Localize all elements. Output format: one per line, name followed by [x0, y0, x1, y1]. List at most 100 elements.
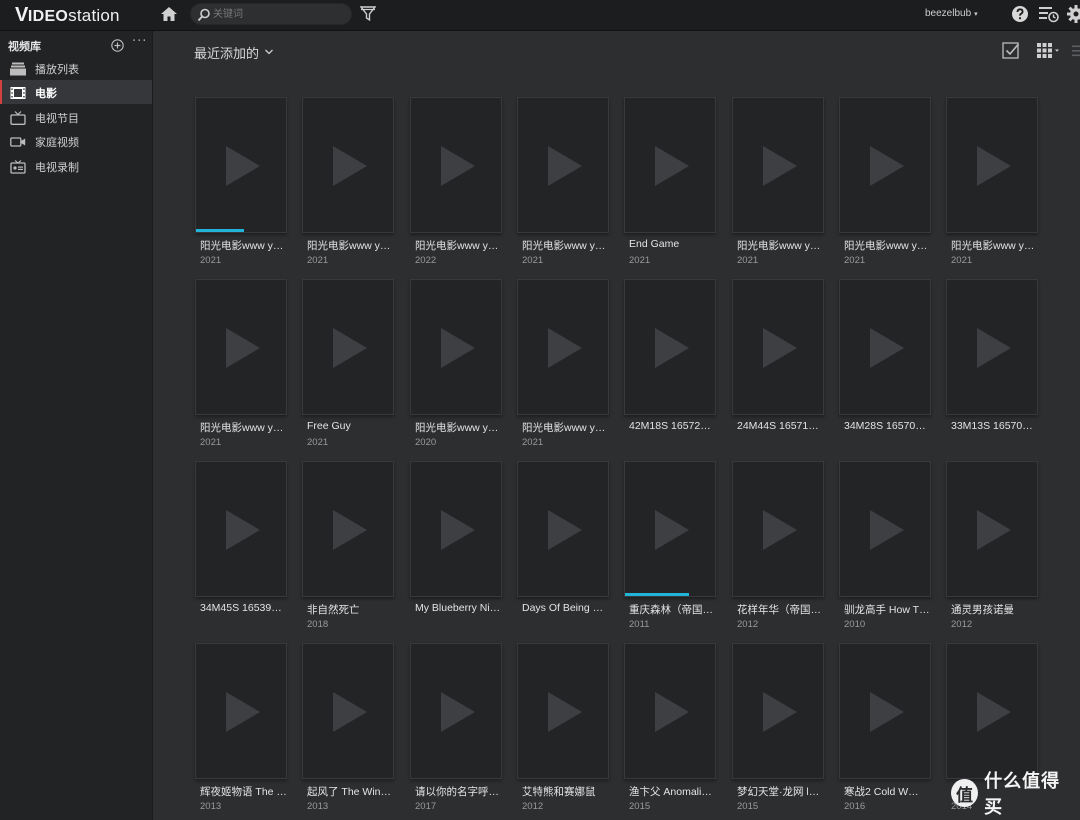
movie-year: 2021 — [629, 255, 651, 266]
movie-poster[interactable] — [410, 461, 502, 597]
movie-card[interactable]: 渔卞父 Anomali… 2015 — [624, 643, 716, 818]
help-icon[interactable] — [1011, 5, 1029, 23]
sidebar-item-movies[interactable]: 电影 — [0, 80, 152, 104]
movie-poster[interactable] — [410, 643, 502, 779]
movie-title: Days Of Being … — [522, 602, 604, 614]
movie-card[interactable]: 驯龙高手 How T… 2010 — [839, 461, 931, 636]
movie-poster[interactable] — [195, 279, 287, 415]
movie-card[interactable]: Free Guy 2021 — [302, 279, 394, 454]
movie-card[interactable]: End Game 2021 — [624, 97, 716, 272]
movie-card[interactable]: 辉夜姬物语 The … 2013 — [195, 643, 287, 818]
movie-poster[interactable] — [946, 279, 1038, 415]
view-selector[interactable]: 最近添加的 — [194, 43, 273, 62]
search-input[interactable] — [213, 6, 343, 22]
movie-poster[interactable] — [624, 279, 716, 415]
movie-poster[interactable] — [302, 279, 394, 415]
chevron-down-icon — [265, 45, 273, 55]
movie-poster[interactable] — [517, 97, 609, 233]
movie-poster[interactable] — [732, 279, 824, 415]
movie-card[interactable]: 阳光电影www y… 2021 — [302, 97, 394, 272]
home-icon[interactable] — [160, 5, 178, 23]
movie-card[interactable]: 重庆森林（帝国… 2011 — [624, 461, 716, 636]
movie-card[interactable]: 阳光电影www y… 2022 — [410, 97, 502, 272]
movie-card[interactable]: 阳光电影www y… 2020 — [410, 279, 502, 454]
movie-poster[interactable] — [517, 643, 609, 779]
sidebar-item-playlist[interactable]: 播放列表 — [0, 56, 152, 80]
movie-poster[interactable] — [195, 97, 287, 233]
movie-poster[interactable] — [732, 461, 824, 597]
movie-title: 阳光电影www y… — [951, 240, 1035, 252]
movie-poster[interactable] — [732, 643, 824, 779]
movie-card[interactable]: 非自然死亡 2018 — [302, 461, 394, 636]
movie-year: 2012 — [737, 619, 759, 630]
movie-poster[interactable] — [624, 461, 716, 597]
movie-title: 34M28S 16570… — [844, 420, 926, 432]
movie-poster[interactable] — [302, 643, 394, 779]
movie-card[interactable]: 阳光电影www y… 2021 — [839, 97, 931, 272]
movie-card[interactable]: 阳光电影www y… 2021 — [732, 97, 824, 272]
movie-card[interactable]: 艾特熊和赛娜鼠 2012 — [517, 643, 609, 818]
movie-card[interactable]: 阳光电影www y… 2021 — [195, 279, 287, 454]
movie-poster[interactable] — [517, 279, 609, 415]
movie-title: 请以你的名字呼… — [415, 786, 499, 798]
movie-card[interactable]: 阳光电影www y… 2021 — [946, 97, 1038, 272]
movie-poster[interactable] — [624, 643, 716, 779]
play-icon — [977, 692, 1011, 732]
movie-poster[interactable] — [410, 97, 502, 233]
movie-poster[interactable] — [946, 643, 1038, 779]
movie-title: 42M18S 16572… — [629, 420, 711, 432]
sidebar-item-home-videos[interactable]: 家庭视频 — [0, 129, 152, 153]
movie-card[interactable]: 阳光电影www y… 2021 — [517, 97, 609, 272]
movie-card[interactable]: 起风了 The Win… 2013 — [302, 643, 394, 818]
user-menu[interactable]: beezelbub ▾ — [925, 8, 978, 19]
movie-poster[interactable] — [839, 97, 931, 233]
movie-card[interactable]: 42M18S 16572… — [624, 279, 716, 454]
gear-icon[interactable] — [1066, 4, 1080, 24]
movie-card[interactable]: 通灵男孩诺曼 2012 — [946, 461, 1038, 636]
list-view-icon[interactable] — [1071, 43, 1080, 57]
movie-poster[interactable] — [732, 97, 824, 233]
movie-poster[interactable] — [195, 461, 287, 597]
movie-poster[interactable] — [839, 461, 931, 597]
movie-year: 2017 — [415, 801, 437, 812]
movie-poster[interactable] — [517, 461, 609, 597]
movie-card[interactable]: 阳光电影www y… 2021 — [517, 279, 609, 454]
movie-card[interactable]: 寒战2 Cold W… 2016 — [839, 643, 931, 818]
movie-card[interactable]: 请以你的名字呼… 2017 — [410, 643, 502, 818]
play-icon — [226, 328, 260, 368]
movie-poster[interactable] — [839, 279, 931, 415]
search-box[interactable] — [190, 3, 352, 25]
movie-card[interactable]: 34M28S 16570… — [839, 279, 931, 454]
add-library-icon[interactable] — [111, 37, 124, 52]
movie-card[interactable]: 24M44S 16571… — [732, 279, 824, 454]
view-title: 最近添加的 — [194, 47, 260, 62]
more-icon[interactable]: ··· — [132, 34, 147, 49]
movie-poster[interactable] — [410, 279, 502, 415]
sidebar-item-tv-shows[interactable]: 电视节目 — [0, 105, 152, 129]
movie-poster[interactable] — [195, 643, 287, 779]
movie-icon — [10, 85, 26, 99]
sidebar-item-tv-recording[interactable]: 电视录制 — [0, 154, 152, 178]
movie-poster[interactable] — [624, 97, 716, 233]
movie-card[interactable]: 33M13S 16570… — [946, 279, 1038, 454]
movie-card[interactable]: 梦幻天堂·龙网 l… 2015 — [732, 643, 824, 818]
movie-title: 阳光电影www y… — [200, 240, 284, 252]
movie-poster[interactable] — [946, 97, 1038, 233]
filter-icon[interactable] — [359, 5, 377, 23]
play-icon — [655, 146, 689, 186]
movie-poster[interactable] — [839, 643, 931, 779]
movie-title: 起风了 The Win… — [307, 786, 392, 798]
movie-card[interactable]: 花样年华（帝国… 2012 — [732, 461, 824, 636]
movie-poster[interactable] — [946, 461, 1038, 597]
movie-card[interactable]: My Blueberry Ni… — [410, 461, 502, 636]
movie-poster[interactable] — [302, 97, 394, 233]
library-header: 视频库 ··· — [0, 31, 153, 57]
movie-card[interactable]: 34M45S 16539… — [195, 461, 287, 636]
task-list-icon[interactable] — [1038, 4, 1060, 24]
movie-card[interactable]: 阳光电影www y… 2021 — [195, 97, 287, 272]
movie-poster[interactable] — [302, 461, 394, 597]
select-mode-icon[interactable] — [1002, 41, 1020, 59]
movie-card[interactable]: Days Of Being … — [517, 461, 609, 636]
grid-view-icon[interactable] — [1037, 42, 1063, 58]
movie-year: 2021 — [844, 255, 866, 266]
